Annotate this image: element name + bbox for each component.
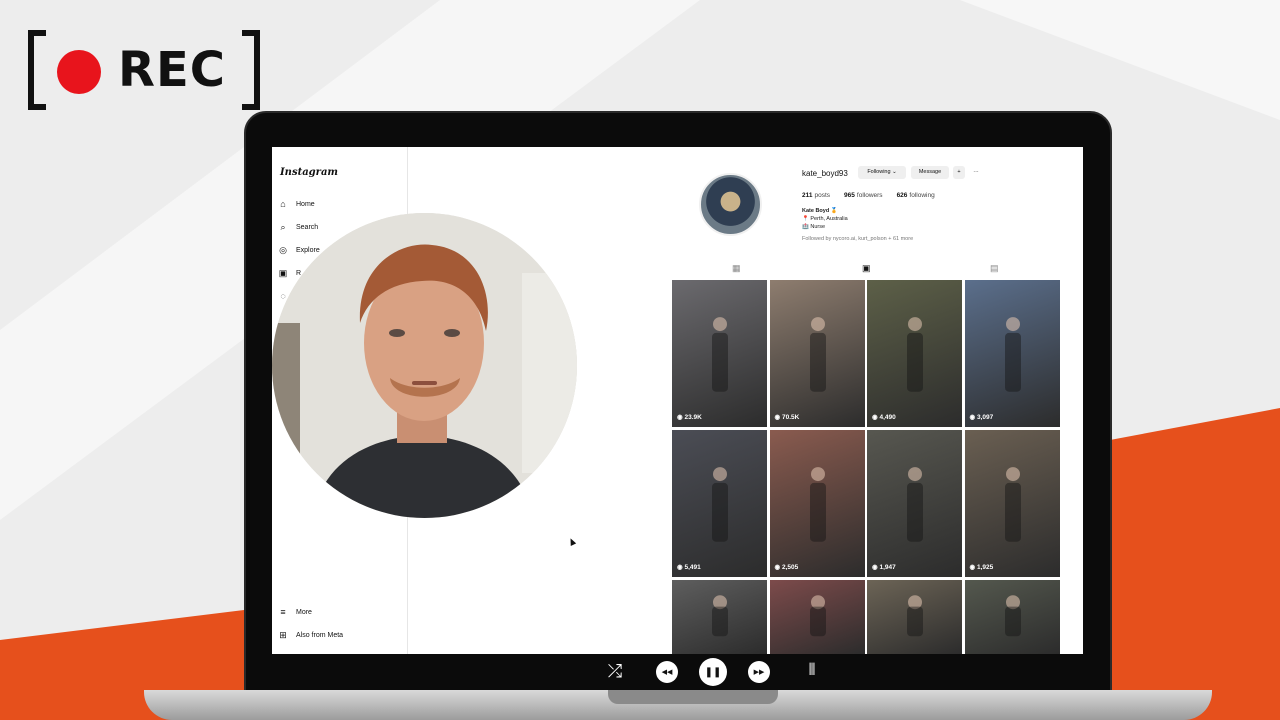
- waveform-icon[interactable]: ⦀: [801, 660, 823, 682]
- record-dot-icon: [57, 50, 101, 94]
- home-icon: ⌂: [280, 199, 286, 209]
- posts-grid: ◉ 23.9K ◉ 70.5K ◉ 4,490 ◉ 3,097 ◉ 5,491 ◉ 2,5…: [672, 280, 1060, 654]
- forward-button[interactable]: ▶▶: [748, 661, 770, 683]
- sidebar-item-label: Home: [296, 200, 315, 208]
- post-view-count: ◉ 4,490: [872, 414, 896, 421]
- sidebar-item-more[interactable]: ≡ More: [278, 607, 312, 617]
- sidebar-item-label: Explore: [296, 246, 320, 254]
- profile-location: 📍 Perth, Australia: [802, 216, 848, 222]
- reels-icon: ▣: [278, 268, 288, 278]
- meta-icon: ⊞: [279, 630, 287, 640]
- post-image: [712, 317, 728, 392]
- profile-username: kate_boyd93: [802, 169, 848, 178]
- post-thumbnail[interactable]: [867, 580, 962, 654]
- profile-name: Kate Boyd 🏅: [802, 208, 838, 214]
- profile-occupation: 🏥 Nurse: [802, 224, 826, 230]
- following-button[interactable]: Following ⌄: [858, 166, 906, 179]
- post-thumbnail[interactable]: [964, 580, 1060, 654]
- profile-avatar[interactable]: [699, 173, 762, 236]
- sidebar-item-label: More: [296, 608, 312, 616]
- grid-icon[interactable]: ▦: [732, 263, 741, 274]
- post-view-count: ◉ 70.5K: [774, 414, 800, 421]
- post-thumbnail[interactable]: ◉ 70.5K: [769, 280, 865, 427]
- posts-count: 211 posts: [802, 192, 831, 199]
- post-thumbnail[interactable]: [769, 580, 865, 654]
- sidebar-item-search[interactable]: ⌕ Search: [278, 222, 318, 232]
- post-view-count: ◉ 23.9K: [677, 414, 702, 421]
- post-thumbnail[interactable]: ◉ 1,947: [867, 430, 962, 577]
- rec-bracket-right: [242, 30, 260, 110]
- post-thumbnail[interactable]: ◉ 2,505: [769, 430, 865, 577]
- sidebar-item-also-from-meta[interactable]: ⊞ Also from Meta: [278, 630, 343, 640]
- post-image: [1004, 595, 1021, 637]
- sidebar-item-explore[interactable]: ◎ Explore: [278, 245, 320, 255]
- followers-count[interactable]: 965 followers: [844, 192, 883, 199]
- post-thumbnail[interactable]: ◉ 1,925: [964, 430, 1060, 577]
- profile-stats: 211 posts 965 followers 626 following: [802, 192, 935, 199]
- webcam-overlay: [272, 213, 577, 518]
- presenter-portrait: [272, 213, 577, 518]
- post-view-count: ◉ 2,505: [774, 564, 799, 571]
- more-options-button[interactable]: ···: [969, 166, 983, 179]
- add-user-button[interactable]: +: [953, 166, 965, 179]
- rec-bracket-left: [28, 30, 46, 110]
- shuffle-icon[interactable]: ⤮: [604, 660, 626, 682]
- pause-button[interactable]: ❚❚: [699, 658, 727, 686]
- post-view-count: ◉ 5,491: [677, 564, 701, 571]
- post-image: [712, 467, 728, 542]
- playback-controls: ⤮ ◀◀ ❚❚ ▶▶ ⦀: [596, 656, 836, 688]
- post-image: [809, 317, 826, 392]
- post-image: [907, 595, 923, 637]
- post-image: [1004, 317, 1021, 392]
- post-image: [809, 467, 826, 542]
- post-thumbnail[interactable]: ◉ 4,490: [867, 280, 962, 427]
- sidebar-item-reels[interactable]: ▣ R: [278, 268, 301, 278]
- following-count[interactable]: 626 following: [897, 192, 935, 199]
- post-view-count: ◉ 1,947: [872, 564, 896, 571]
- post-image: [907, 467, 923, 542]
- rewind-button[interactable]: ◀◀: [656, 661, 678, 683]
- reels-tab-icon[interactable]: ▣: [862, 263, 871, 274]
- post-thumbnail[interactable]: ◉ 3,097: [964, 280, 1060, 427]
- sidebar-item-label: Search: [296, 223, 319, 231]
- rec-label: REC: [118, 42, 226, 98]
- message-button[interactable]: Message: [911, 166, 949, 179]
- compass-icon: ◎: [279, 245, 287, 255]
- post-image: [907, 317, 923, 392]
- post-image: [1004, 467, 1021, 542]
- laptop-notch: [608, 690, 778, 704]
- post-thumbnail[interactable]: ◉ 5,491: [672, 430, 767, 577]
- tagged-icon[interactable]: ▤: [990, 263, 999, 274]
- post-thumbnail[interactable]: ◉ 23.9K: [672, 280, 767, 427]
- post-view-count: ◉ 1,925: [969, 564, 994, 571]
- menu-icon: ≡: [280, 607, 286, 617]
- search-icon: ⌕: [280, 222, 286, 232]
- post-image: [809, 595, 826, 637]
- post-view-count: ◉ 3,097: [969, 414, 994, 421]
- instagram-logo[interactable]: Instagram: [280, 167, 338, 178]
- sidebar-item-label: Also from Meta: [296, 631, 344, 639]
- post-thumbnail[interactable]: [672, 580, 767, 654]
- sidebar-item-home[interactable]: ⌂ Home: [278, 199, 315, 209]
- followed-by-text[interactable]: Followed by nycoro.ai, kurt_polson + 61 …: [802, 236, 913, 242]
- profile-tabs: ▦ ▣ ▤: [672, 263, 1058, 277]
- post-image: [712, 595, 728, 637]
- rec-badge: REC: [28, 30, 260, 110]
